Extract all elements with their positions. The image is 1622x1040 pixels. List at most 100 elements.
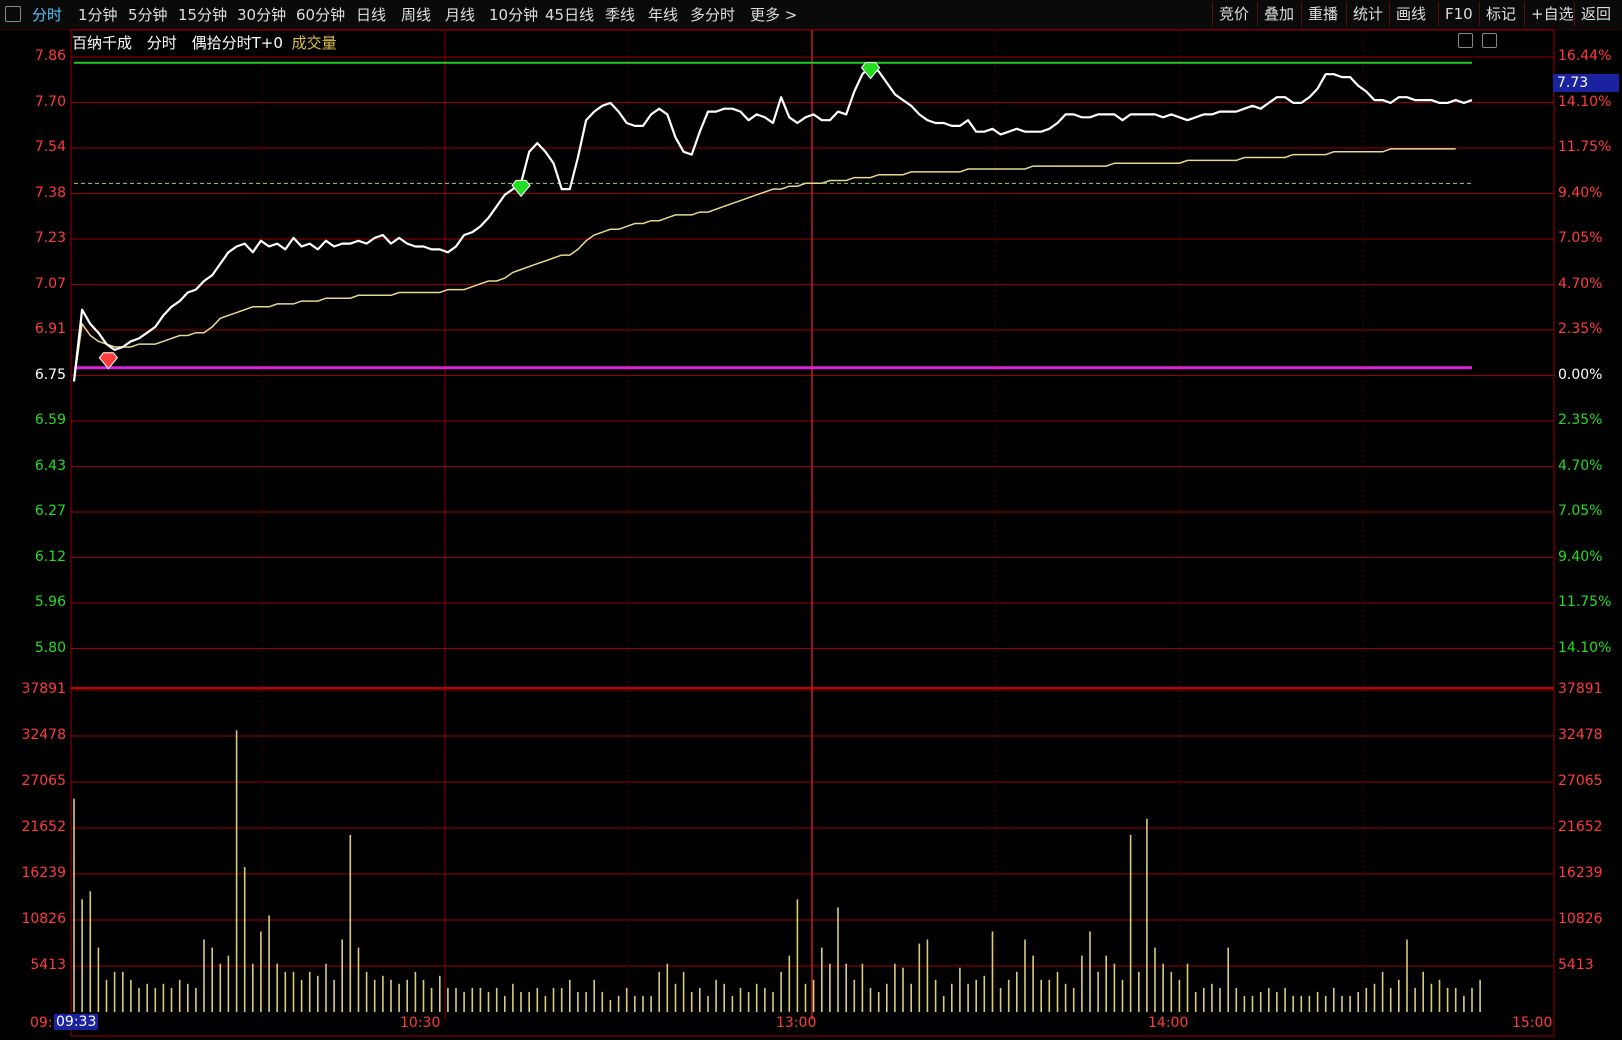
volume-bar	[1194, 991, 1197, 1012]
volume-bar	[625, 987, 628, 1012]
price-axis-label: 6.59	[34, 412, 66, 428]
volume-bar	[926, 939, 929, 1012]
volume-bar	[227, 955, 230, 1012]
volume-bar	[544, 995, 547, 1012]
volume-bar	[447, 987, 449, 1012]
volume-bar	[1479, 979, 1481, 1012]
volume-bar	[1178, 979, 1181, 1012]
volume-bar	[138, 987, 140, 1012]
volume-axis-label-right: 5413	[1558, 957, 1594, 973]
volume-bar	[463, 991, 465, 1012]
sell-signal-icon	[860, 62, 881, 80]
volume-bar	[552, 987, 555, 1012]
volume-bar	[1016, 971, 1018, 1013]
volume-bar	[219, 963, 222, 1012]
pct-axis-label: 9.40%	[1558, 548, 1603, 565]
volume-bar	[739, 987, 742, 1012]
volume-bar	[1097, 971, 1099, 1013]
average-price-line	[73, 148, 1456, 382]
volume-bar	[211, 947, 213, 1012]
volume-bar	[1284, 987, 1286, 1012]
volume-bar	[243, 867, 246, 1012]
volume-bar	[349, 834, 352, 1012]
pct-axis-label: 11.75%	[1558, 594, 1612, 610]
price-axis-label: 7.54	[34, 139, 66, 155]
volume-bar	[642, 995, 644, 1012]
volume-bar	[1268, 987, 1270, 1012]
volume-bar	[479, 987, 482, 1012]
volume-bar	[1446, 987, 1449, 1012]
pct-axis-label: 7.05%	[1558, 503, 1603, 519]
volume-bar	[755, 983, 758, 1012]
volume-bar	[1024, 939, 1026, 1012]
volume-bar	[325, 963, 327, 1012]
volume-bar	[1316, 991, 1319, 1012]
volume-bar	[357, 947, 360, 1012]
volume-bar	[601, 991, 604, 1012]
volume-bar	[731, 995, 734, 1012]
volume-bar	[187, 983, 189, 1012]
volume-bar	[113, 971, 116, 1013]
volume-bar	[1243, 995, 1246, 1012]
volume-axis-label-right: 37891	[1558, 681, 1603, 697]
volume-bar	[1422, 971, 1424, 1013]
volume-bar	[1227, 947, 1229, 1012]
volume-bar	[122, 971, 124, 1013]
volume-bar	[967, 983, 969, 1012]
price-axis-label: 7.07	[34, 275, 66, 292]
volume-bar	[1089, 931, 1091, 1012]
volume-bar	[528, 991, 530, 1012]
pct-axis-label: 14.10%	[1558, 639, 1612, 656]
volume-bar	[390, 979, 392, 1012]
volume-bar	[983, 975, 986, 1012]
volume-bar	[1349, 995, 1351, 1012]
volume-axis-label-left: 27065	[21, 773, 66, 789]
current-price-tag: 7.73	[1553, 74, 1619, 92]
volume-bar	[902, 967, 904, 1012]
volume-bar	[1398, 979, 1400, 1012]
volume-bar	[747, 991, 750, 1012]
time-axis-label: 15:00	[1512, 1015, 1553, 1031]
volume-bar	[276, 963, 278, 1012]
price-axis-label: 6.27	[34, 503, 66, 519]
volume-bar	[1463, 995, 1465, 1012]
time-axis-label: 14:00	[1148, 1015, 1189, 1031]
volume-bar	[406, 979, 408, 1012]
price-axis-label: 7.70	[34, 93, 66, 110]
price-axis-label: 6.12	[34, 548, 66, 565]
pct-axis-label: 2.35%	[1558, 412, 1603, 428]
intraday-chart[interactable]	[0, 0, 1622, 1040]
volume-bar	[1162, 963, 1164, 1012]
volume-axis-label-right: 32478	[1558, 727, 1603, 743]
volume-bar	[536, 987, 539, 1012]
volume-bar	[1048, 979, 1051, 1012]
volume-bar	[1333, 987, 1335, 1012]
volume-bar	[154, 987, 157, 1012]
volume-bar	[414, 971, 417, 1013]
volume-bar	[1154, 947, 1156, 1012]
volume-bar	[1032, 955, 1034, 1012]
volume-bar	[1406, 939, 1408, 1012]
volume-bar	[512, 983, 514, 1012]
volume-bar	[837, 907, 839, 1013]
volume-bar	[991, 931, 994, 1012]
volume-bar	[487, 991, 490, 1012]
volume-bar	[1203, 987, 1205, 1012]
volume-bar	[804, 983, 807, 1012]
volume-bar	[1438, 979, 1441, 1012]
volume-bar	[1471, 987, 1473, 1012]
volume-bar	[560, 987, 563, 1012]
price-axis-label: 6.43	[34, 457, 66, 474]
volume-bar	[170, 987, 173, 1012]
volume-bar	[1430, 983, 1433, 1012]
volume-bar	[666, 963, 669, 1012]
volume-bar	[1300, 995, 1303, 1012]
volume-axis-label-right: 27065	[1558, 773, 1603, 789]
volume-bar	[317, 975, 319, 1012]
volume-bar	[845, 963, 847, 1012]
volume-bar	[707, 995, 709, 1012]
volume-bar	[877, 991, 880, 1012]
volume-bar	[1146, 818, 1148, 1012]
volume-bar	[617, 995, 620, 1012]
volume-bar	[788, 955, 791, 1012]
